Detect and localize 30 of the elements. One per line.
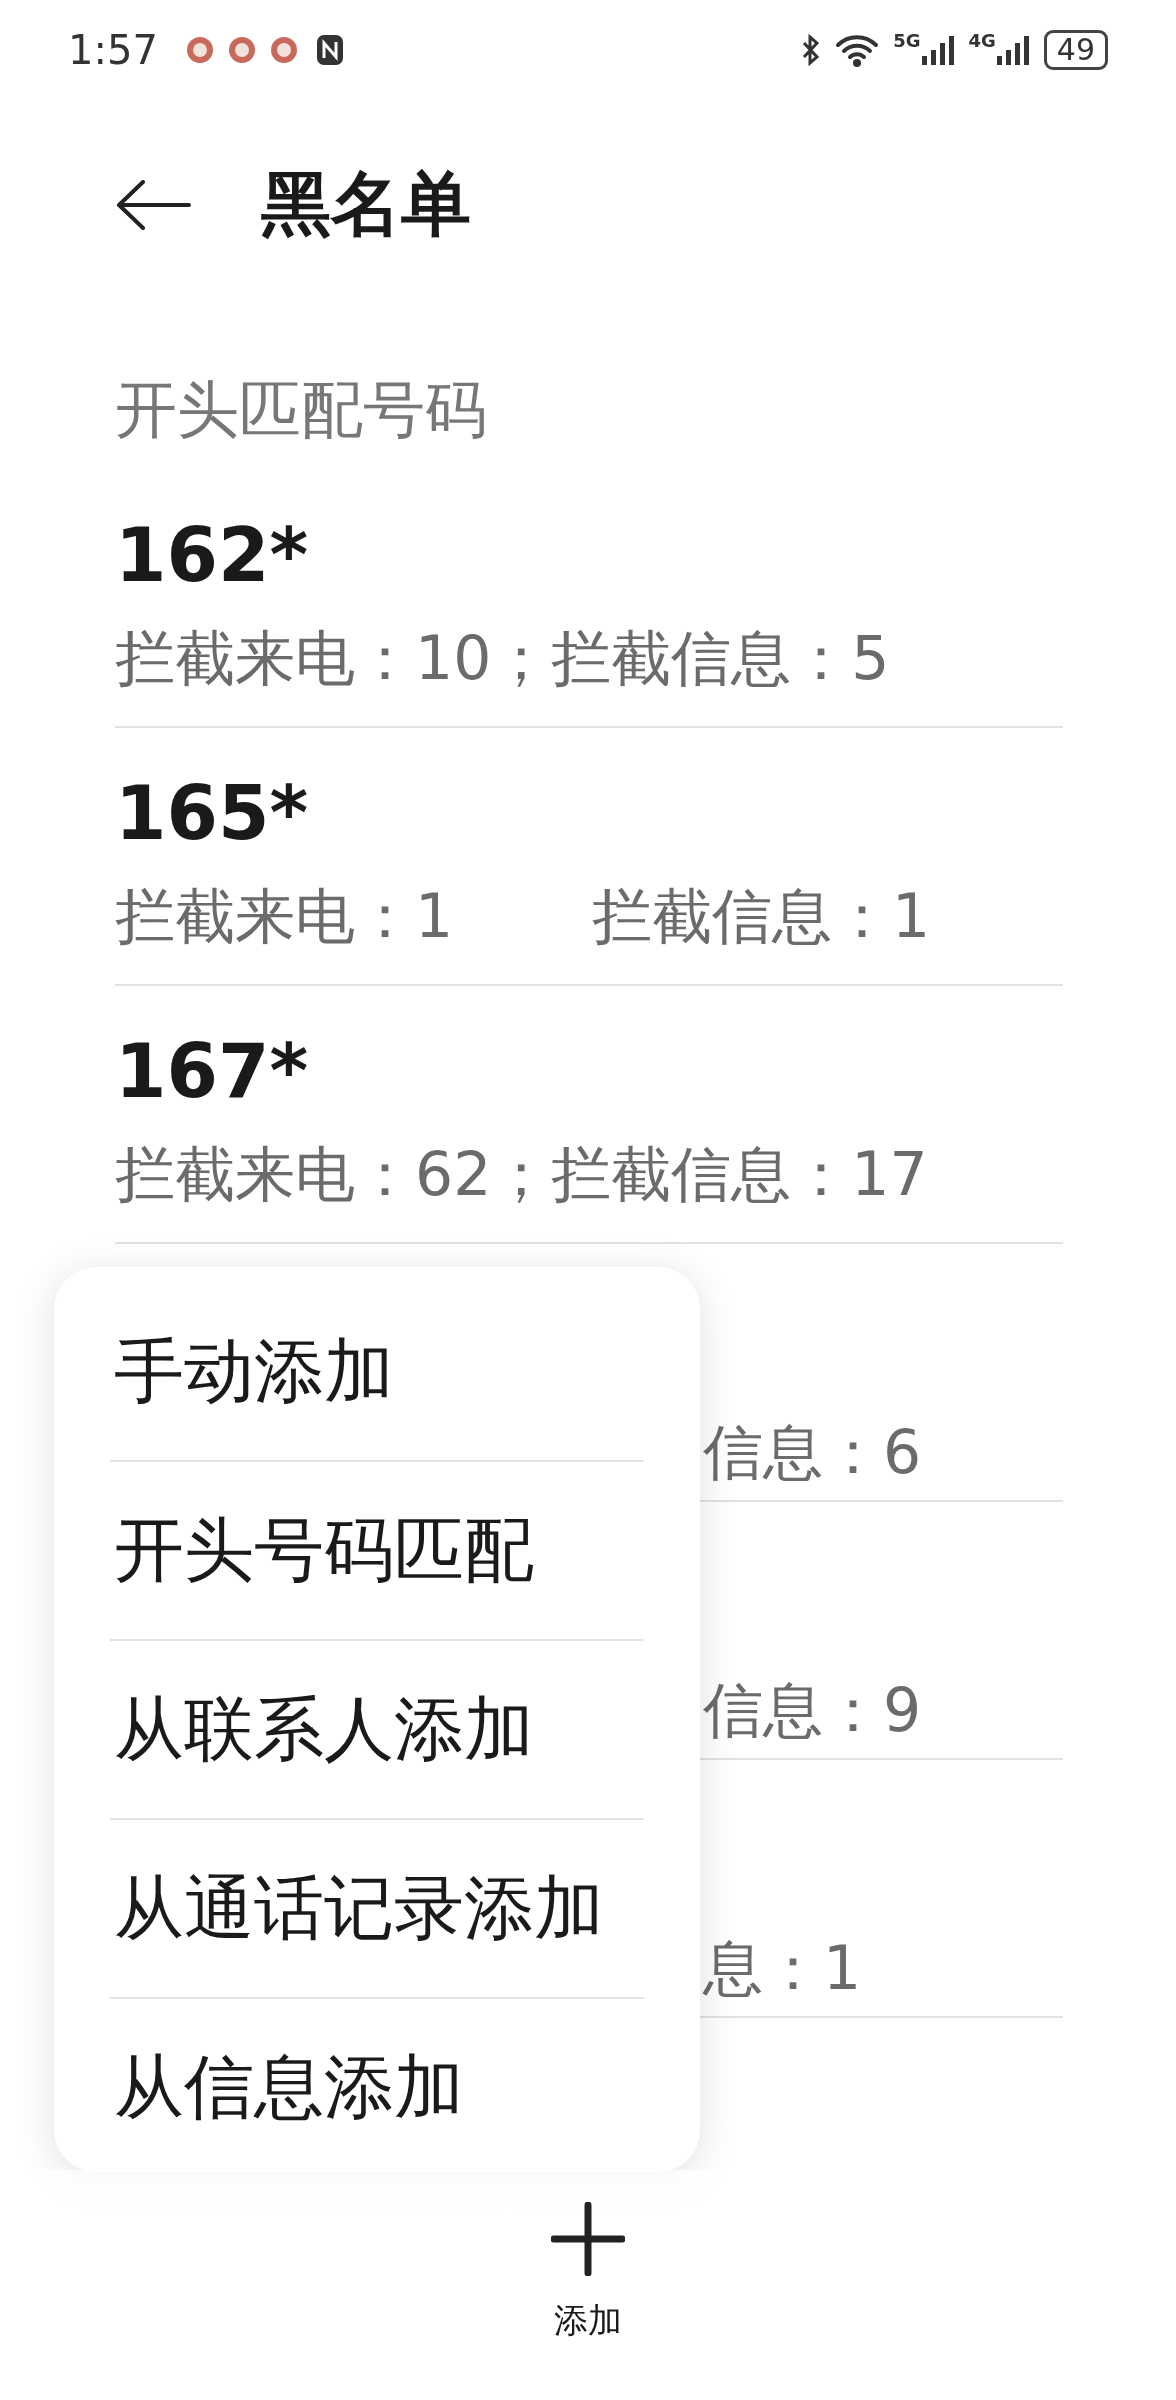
status-time: 1:57 <box>68 27 158 73</box>
section-header: 开头匹配号码 <box>114 372 488 448</box>
block-count-text: 拦截来电：10；拦截信息：5 <box>115 622 890 695</box>
block-count-text: 拦截来电：62；拦截信息：17 <box>115 1138 928 1211</box>
nfc-icon <box>315 34 344 66</box>
signal-icon <box>995 34 1030 66</box>
menu-item[interactable]: 从通话记录添加 <box>110 1820 644 1999</box>
app-notification-icon <box>269 36 298 64</box>
bluetooth-icon <box>801 34 822 66</box>
block-count-text: 拦截信息：1 <box>592 880 931 953</box>
app-notification-icon <box>185 36 214 64</box>
block-count-text: 息：1 <box>703 1932 862 2005</box>
block-count-text: 信息：6 <box>703 1416 922 1489</box>
menu-item[interactable]: 从联系人添加 <box>110 1641 644 1820</box>
back-arrow-icon[interactable] <box>115 180 191 230</box>
blocked-prefix[interactable]: 162* <box>115 510 1063 600</box>
network-type: 5G <box>893 30 921 51</box>
battery-level: 49 <box>1043 30 1108 70</box>
block-count-text: 信息：9 <box>703 1674 922 1747</box>
plus-icon <box>551 2202 625 2276</box>
wifi-icon <box>835 33 880 67</box>
page-title: 黑名单 <box>261 162 471 247</box>
app-notification-icon <box>227 36 256 64</box>
menu-item[interactable]: 手动添加 <box>110 1283 644 1462</box>
blocked-prefix[interactable]: 165* <box>115 768 1063 858</box>
block-count-text: 拦截来电：1 <box>115 880 455 953</box>
blocked-prefix[interactable]: 167* <box>115 1026 1063 1116</box>
network-type: 4G <box>968 30 996 51</box>
menu-item[interactable]: 开头号码匹配 <box>110 1462 644 1641</box>
signal-icon <box>920 34 955 66</box>
